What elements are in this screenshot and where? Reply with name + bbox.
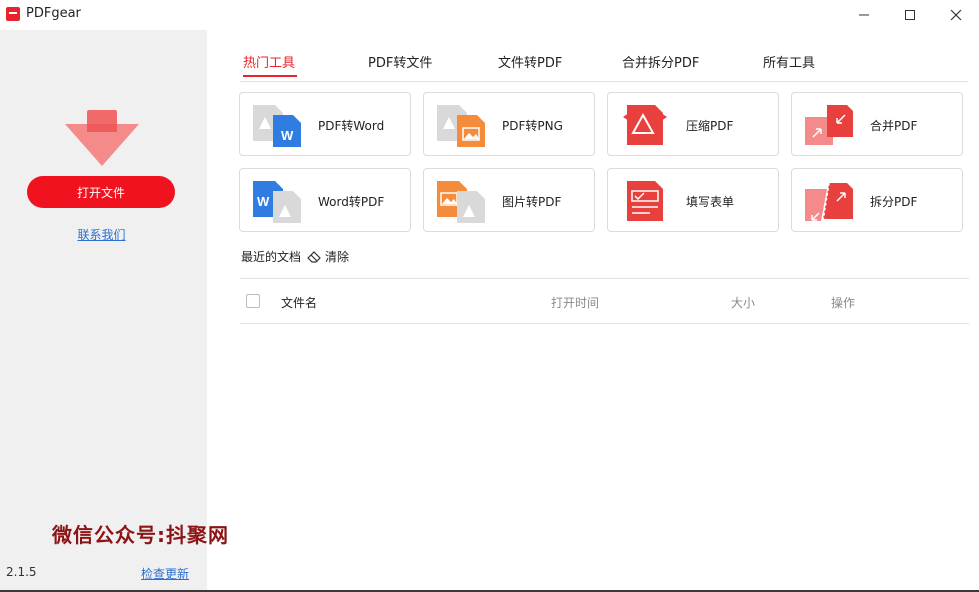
- watermark-text: 微信公众号:抖聚网: [52, 523, 229, 547]
- recent-table-header: 文件名 打开时间 大小 操作: [240, 278, 969, 324]
- open-file-button[interactable]: 打开文件: [27, 176, 175, 208]
- tool-label: PDF转PNG: [502, 119, 563, 133]
- tool-card-image-to-pdf[interactable]: 图片转PDF: [423, 168, 595, 232]
- window-title: PDFgear: [26, 6, 81, 21]
- select-all-checkbox[interactable]: [246, 294, 260, 308]
- column-size[interactable]: 大小: [731, 294, 755, 311]
- tool-card-split-pdf[interactable]: 拆分PDF: [791, 168, 963, 232]
- image-to-pdf-icon: [437, 181, 485, 223]
- eraser-icon: [307, 250, 321, 263]
- merge-pdf-icon: [805, 105, 853, 145]
- title-bar: PDFgear: [0, 0, 979, 30]
- tab-hot-tools[interactable]: 热门工具: [243, 52, 295, 71]
- tool-card-word-to-pdf[interactable]: W Word转PDF: [239, 168, 411, 232]
- pdf-to-png-icon: [437, 105, 485, 147]
- maximize-icon: [905, 10, 915, 20]
- pdfgear-logo-icon: [6, 7, 20, 21]
- minimize-icon: [859, 14, 869, 16]
- tool-label: 图片转PDF: [502, 195, 562, 209]
- tool-label: 合并PDF: [870, 119, 918, 133]
- svg-text:W: W: [257, 194, 270, 209]
- fill-form-icon: [627, 181, 663, 221]
- recent-documents-title: 最近的文档: [241, 250, 302, 264]
- maximize-button[interactable]: [887, 0, 933, 30]
- tab-pdf-to-file[interactable]: PDF转文件: [368, 52, 432, 71]
- sidebar: 打开文件 联系我们 微信公众号:抖聚网 2.1.5 检查更新: [0, 30, 228, 592]
- tool-label: 压缩PDF: [686, 119, 734, 133]
- tool-label: Word转PDF: [318, 195, 385, 209]
- column-open-time[interactable]: 打开时间: [551, 294, 599, 311]
- word-to-pdf-icon: W: [253, 181, 301, 223]
- tool-card-pdf-to-png[interactable]: PDF转PNG: [423, 92, 595, 156]
- tab-all-tools[interactable]: 所有工具: [763, 52, 815, 71]
- download-arrow-icon: [65, 110, 139, 166]
- clear-button[interactable]: 清除: [307, 248, 349, 265]
- tool-label: 拆分PDF: [870, 195, 918, 209]
- compress-pdf-icon: [623, 105, 667, 145]
- tool-label: PDF转Word: [318, 119, 385, 133]
- check-update-link[interactable]: 检查更新: [141, 565, 189, 582]
- contact-us-link[interactable]: 联系我们: [0, 226, 203, 243]
- tab-merge-split[interactable]: 合并拆分PDF: [622, 52, 699, 71]
- version-label: 2.1.5: [6, 565, 37, 579]
- split-pdf-icon: [805, 182, 853, 222]
- tool-label: 填写表单: [686, 195, 735, 209]
- minimize-button[interactable]: [841, 0, 887, 30]
- pdf-to-word-icon: W: [253, 105, 301, 147]
- clear-label: 清除: [325, 250, 350, 264]
- tool-tabs: 热门工具 PDF转文件 文件转PDF 合并拆分PDF 所有工具: [240, 44, 968, 82]
- column-actions: 操作: [831, 296, 856, 310]
- svg-text:W: W: [281, 128, 294, 143]
- active-tab-indicator: [243, 75, 297, 77]
- column-file-name[interactable]: 文件名: [281, 294, 317, 311]
- tab-file-to-pdf[interactable]: 文件转PDF: [498, 52, 562, 71]
- close-icon: [950, 9, 962, 21]
- close-button[interactable]: [933, 0, 979, 30]
- tool-card-merge-pdf[interactable]: 合并PDF: [791, 92, 963, 156]
- tool-card-pdf-to-word[interactable]: W PDF转Word: [239, 92, 411, 156]
- tool-card-fill-form[interactable]: 填写表单: [607, 168, 779, 232]
- tool-card-compress-pdf[interactable]: 压缩PDF: [607, 92, 779, 156]
